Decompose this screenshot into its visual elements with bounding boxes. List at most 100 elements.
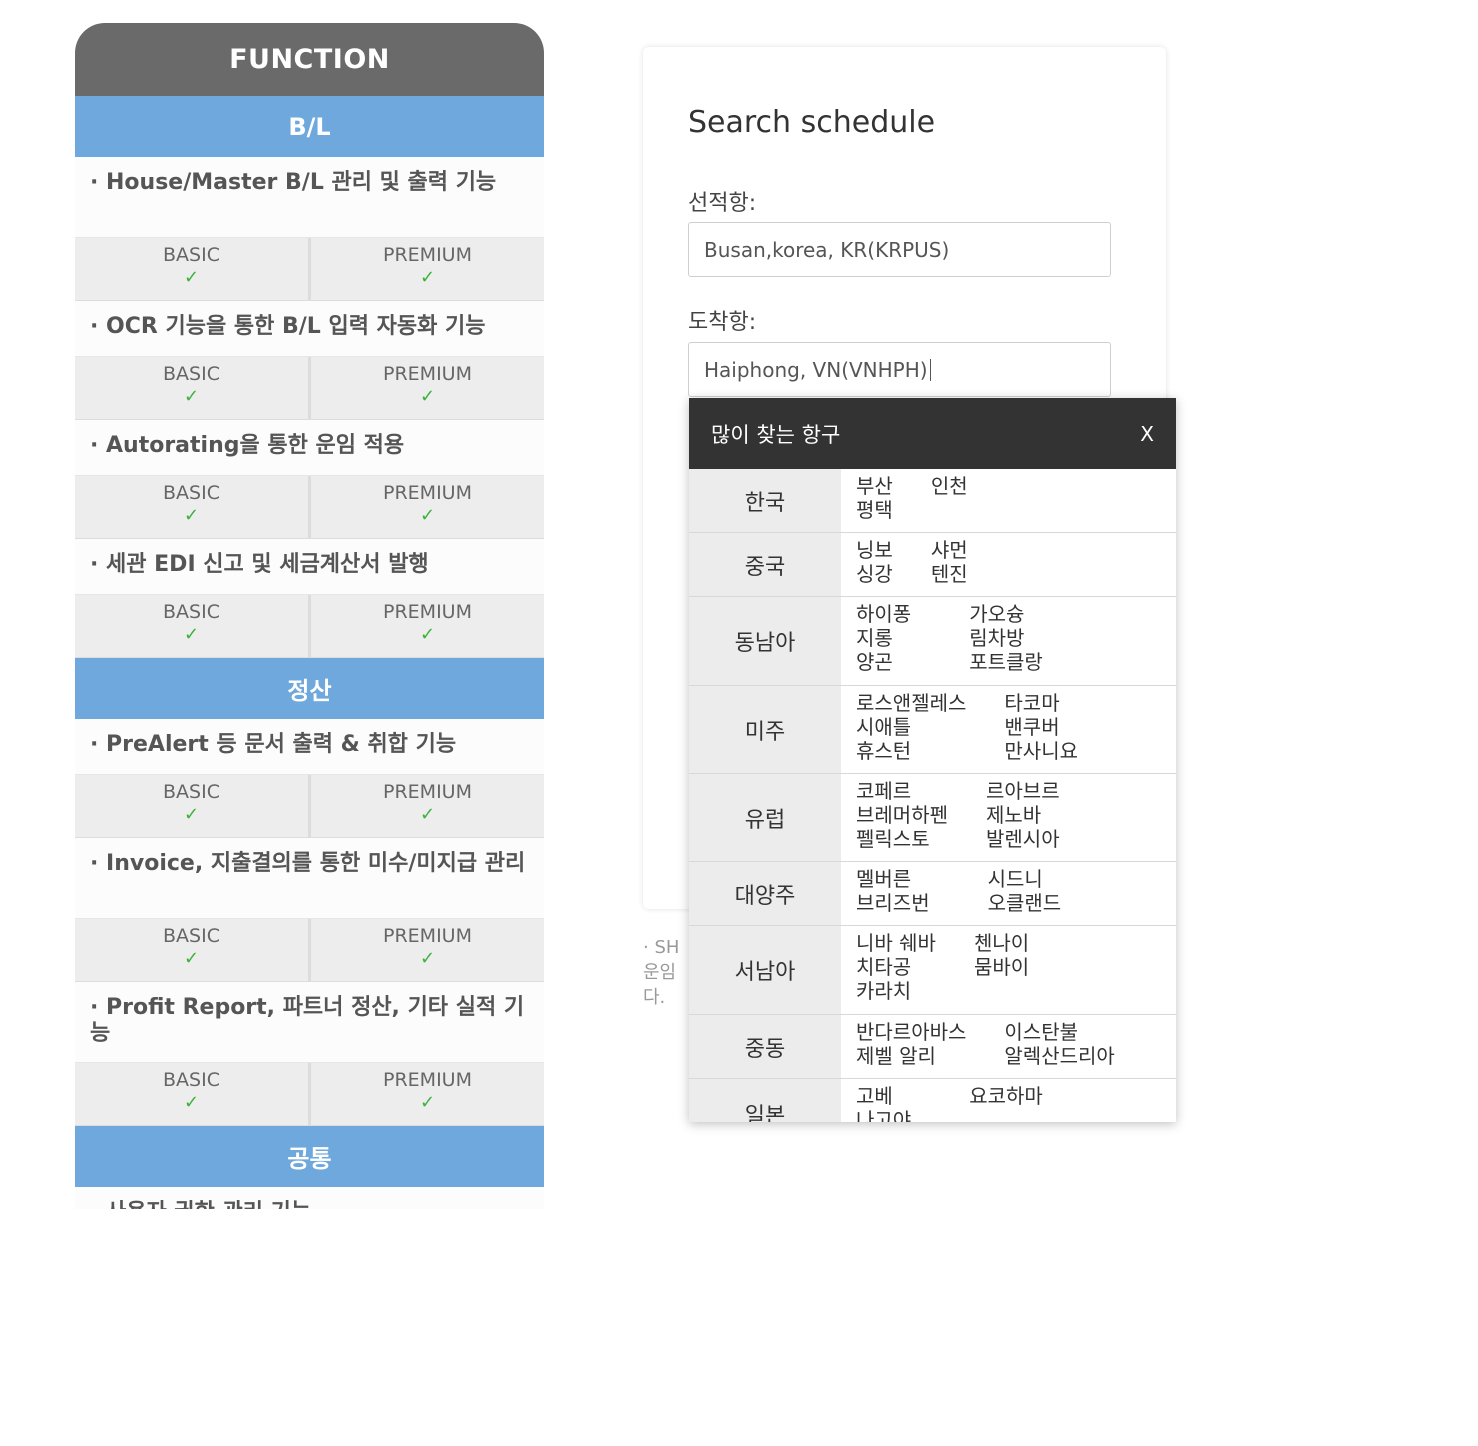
region-name: 동남아 <box>689 597 841 685</box>
port-link[interactable]: 지롱 <box>856 626 911 650</box>
region-name: 중동 <box>689 1015 841 1078</box>
origin-port-input[interactable]: Busan,korea, KR(KRPUS) <box>688 222 1111 277</box>
port-link[interactable]: 브레머하펜 <box>856 803 948 827</box>
port-list: 니바 쉐바 첸나이치타공 뭄바이카라치 <box>841 926 1176 1014</box>
port-link[interactable]: 닝보 <box>856 538 893 562</box>
tier-label: PREMIUM <box>383 363 472 385</box>
port-link[interactable]: 양곤 <box>856 650 911 674</box>
port-link[interactable]: 치타공 <box>856 955 936 979</box>
port-link[interactable]: 평택 <box>856 498 893 522</box>
region-row: 동남아 하이퐁 가오슝지롱 림차방양곤 포트클랑 <box>689 597 1176 686</box>
port-link[interactable]: 하이퐁 <box>856 602 911 626</box>
tier-cell-basic: BASIC ✓ <box>75 919 308 981</box>
port-list: 하이퐁 가오슝지롱 림차방양곤 포트클랑 <box>841 597 1176 685</box>
port-link[interactable]: 요코하마 <box>969 1084 1043 1108</box>
tier-label: BASIC <box>163 925 220 947</box>
tier-cell-premium: PREMIUM ✓ <box>308 357 544 419</box>
port-link[interactable]: 반다르아바스 <box>856 1020 966 1044</box>
check-icon: ✓ <box>419 804 436 825</box>
tier-row: BASIC ✓ PREMIUM ✓ <box>75 919 544 982</box>
port-link[interactable]: 알렉산드리아 <box>1004 1044 1114 1068</box>
destination-port-value: Haiphong, VN(VNHPH) <box>704 357 928 382</box>
tier-label: BASIC <box>163 601 220 623</box>
check-icon: ✓ <box>419 386 436 407</box>
region-name: 서남아 <box>689 926 841 1014</box>
tier-cell-premium: PREMIUM ✓ <box>308 238 544 300</box>
port-link[interactable]: 제노바 <box>986 803 1060 827</box>
tier-cell-premium: PREMIUM ✓ <box>308 775 544 837</box>
region-row: 대양주 멜버른 시드니브리즈번 오클랜드 <box>689 862 1176 926</box>
popular-ports-popup: 많이 찾는 항구 X 한국 부산 인천 평택 중국 닝보 샤먼 싱강 텐진 동남아 하이퐁 가오슝 지롱… <box>689 398 1176 1122</box>
port-link[interactable]: 시드니 <box>988 867 1062 891</box>
feature-item: · PreAlert 등 문서 출력 & 취합 기능 <box>75 719 544 775</box>
port-list: 반다르아바스 이스탄불제벨 알리 알렉산드리아 <box>841 1015 1176 1078</box>
port-link[interactable]: 밴쿠버 <box>1004 715 1078 739</box>
region-row: 미주 로스앤젤레스 타코마시애틀 밴쿠버휴스턴 만사니요 <box>689 686 1176 774</box>
tier-label: PREMIUM <box>383 482 472 504</box>
port-link[interactable]: 코페르 <box>856 779 948 803</box>
port-link[interactable]: 텐진 <box>931 562 968 586</box>
function-panel-title: FUNCTION <box>75 23 544 96</box>
region-row: 중국 닝보 샤먼싱강 텐진 <box>689 533 1176 597</box>
port-link[interactable]: 로스앤젤레스 <box>856 691 966 715</box>
function-panel: FUNCTION B/L · House/Master B/L 관리 및 출력 기… <box>75 23 544 1209</box>
check-icon: ✓ <box>183 267 200 288</box>
port-link[interactable]: 휴스턴 <box>856 739 966 763</box>
search-title: Search schedule <box>688 105 936 140</box>
region-name: 일본 <box>689 1079 841 1122</box>
port-link[interactable]: 싱강 <box>856 562 893 586</box>
tier-cell-basic: BASIC ✓ <box>75 595 308 657</box>
port-link[interactable]: 발렌시아 <box>986 827 1060 851</box>
popup-title: 많이 찾는 항구 <box>711 422 841 447</box>
port-link[interactable]: 이스탄불 <box>1004 1020 1114 1044</box>
check-icon: ✓ <box>419 624 436 645</box>
feature-item: · 사용자 권한 관리 기능 <box>75 1187 544 1209</box>
port-list: 부산 인천평택 <box>841 469 1176 532</box>
tier-label: PREMIUM <box>383 1069 472 1091</box>
port-link[interactable]: 림차방 <box>969 626 1043 650</box>
port-link[interactable]: 포트클랑 <box>969 650 1043 674</box>
check-icon: ✓ <box>183 1092 200 1113</box>
feature-item: · OCR 기능을 통한 B/L 입력 자동화 기능 <box>75 301 544 357</box>
region-name: 유럽 <box>689 774 841 861</box>
tier-label: BASIC <box>163 1069 220 1091</box>
port-link[interactable]: 첸나이 <box>974 931 1029 955</box>
port-link[interactable]: 니바 쉐바 <box>856 931 936 955</box>
text-caret <box>929 358 931 381</box>
popup-close-button[interactable]: X <box>1140 422 1154 446</box>
port-link[interactable]: 브리즈번 <box>856 891 930 915</box>
tier-label: BASIC <box>163 363 220 385</box>
port-link[interactable]: 고베 <box>856 1084 911 1108</box>
region-name: 중국 <box>689 533 841 596</box>
port-link[interactable]: 르아브르 <box>986 779 1060 803</box>
port-link[interactable]: 샤먼 <box>931 538 968 562</box>
category-header: B/L <box>75 96 544 157</box>
port-link[interactable]: 인천 <box>931 474 968 498</box>
check-icon: ✓ <box>183 386 200 407</box>
tier-cell-premium: PREMIUM ✓ <box>308 1063 544 1125</box>
port-link[interactable]: 나고야 <box>856 1108 911 1122</box>
tier-cell-basic: BASIC ✓ <box>75 476 308 538</box>
port-link[interactable]: 카라치 <box>856 979 936 1003</box>
port-link[interactable]: 멜버른 <box>856 867 930 891</box>
port-link[interactable]: 뭄바이 <box>974 955 1029 979</box>
region-row: 한국 부산 인천 평택 <box>689 469 1176 533</box>
region-name: 미주 <box>689 686 841 773</box>
tier-label: BASIC <box>163 482 220 504</box>
feature-item: · House/Master B/L 관리 및 출력 기능 <box>75 157 544 238</box>
port-link[interactable]: 타코마 <box>1004 691 1078 715</box>
port-link[interactable]: 부산 <box>856 474 893 498</box>
check-icon: ✓ <box>419 948 436 969</box>
tier-cell-basic: BASIC ✓ <box>75 1063 308 1125</box>
port-link[interactable]: 만사니요 <box>1004 739 1078 763</box>
destination-port-input[interactable]: Haiphong, VN(VNHPH) <box>688 342 1111 397</box>
region-name: 대양주 <box>689 862 841 925</box>
port-list: 코페르 르아브르브레머하펜 제노바펠릭스토 발렌시아 <box>841 774 1176 861</box>
check-icon: ✓ <box>183 948 200 969</box>
tier-label: BASIC <box>163 244 220 266</box>
port-link[interactable]: 가오슝 <box>969 602 1043 626</box>
port-link[interactable]: 오클랜드 <box>988 891 1062 915</box>
port-link[interactable]: 펠릭스토 <box>856 827 948 851</box>
port-link[interactable]: 제벨 알리 <box>856 1044 966 1068</box>
port-link[interactable]: 시애틀 <box>856 715 966 739</box>
